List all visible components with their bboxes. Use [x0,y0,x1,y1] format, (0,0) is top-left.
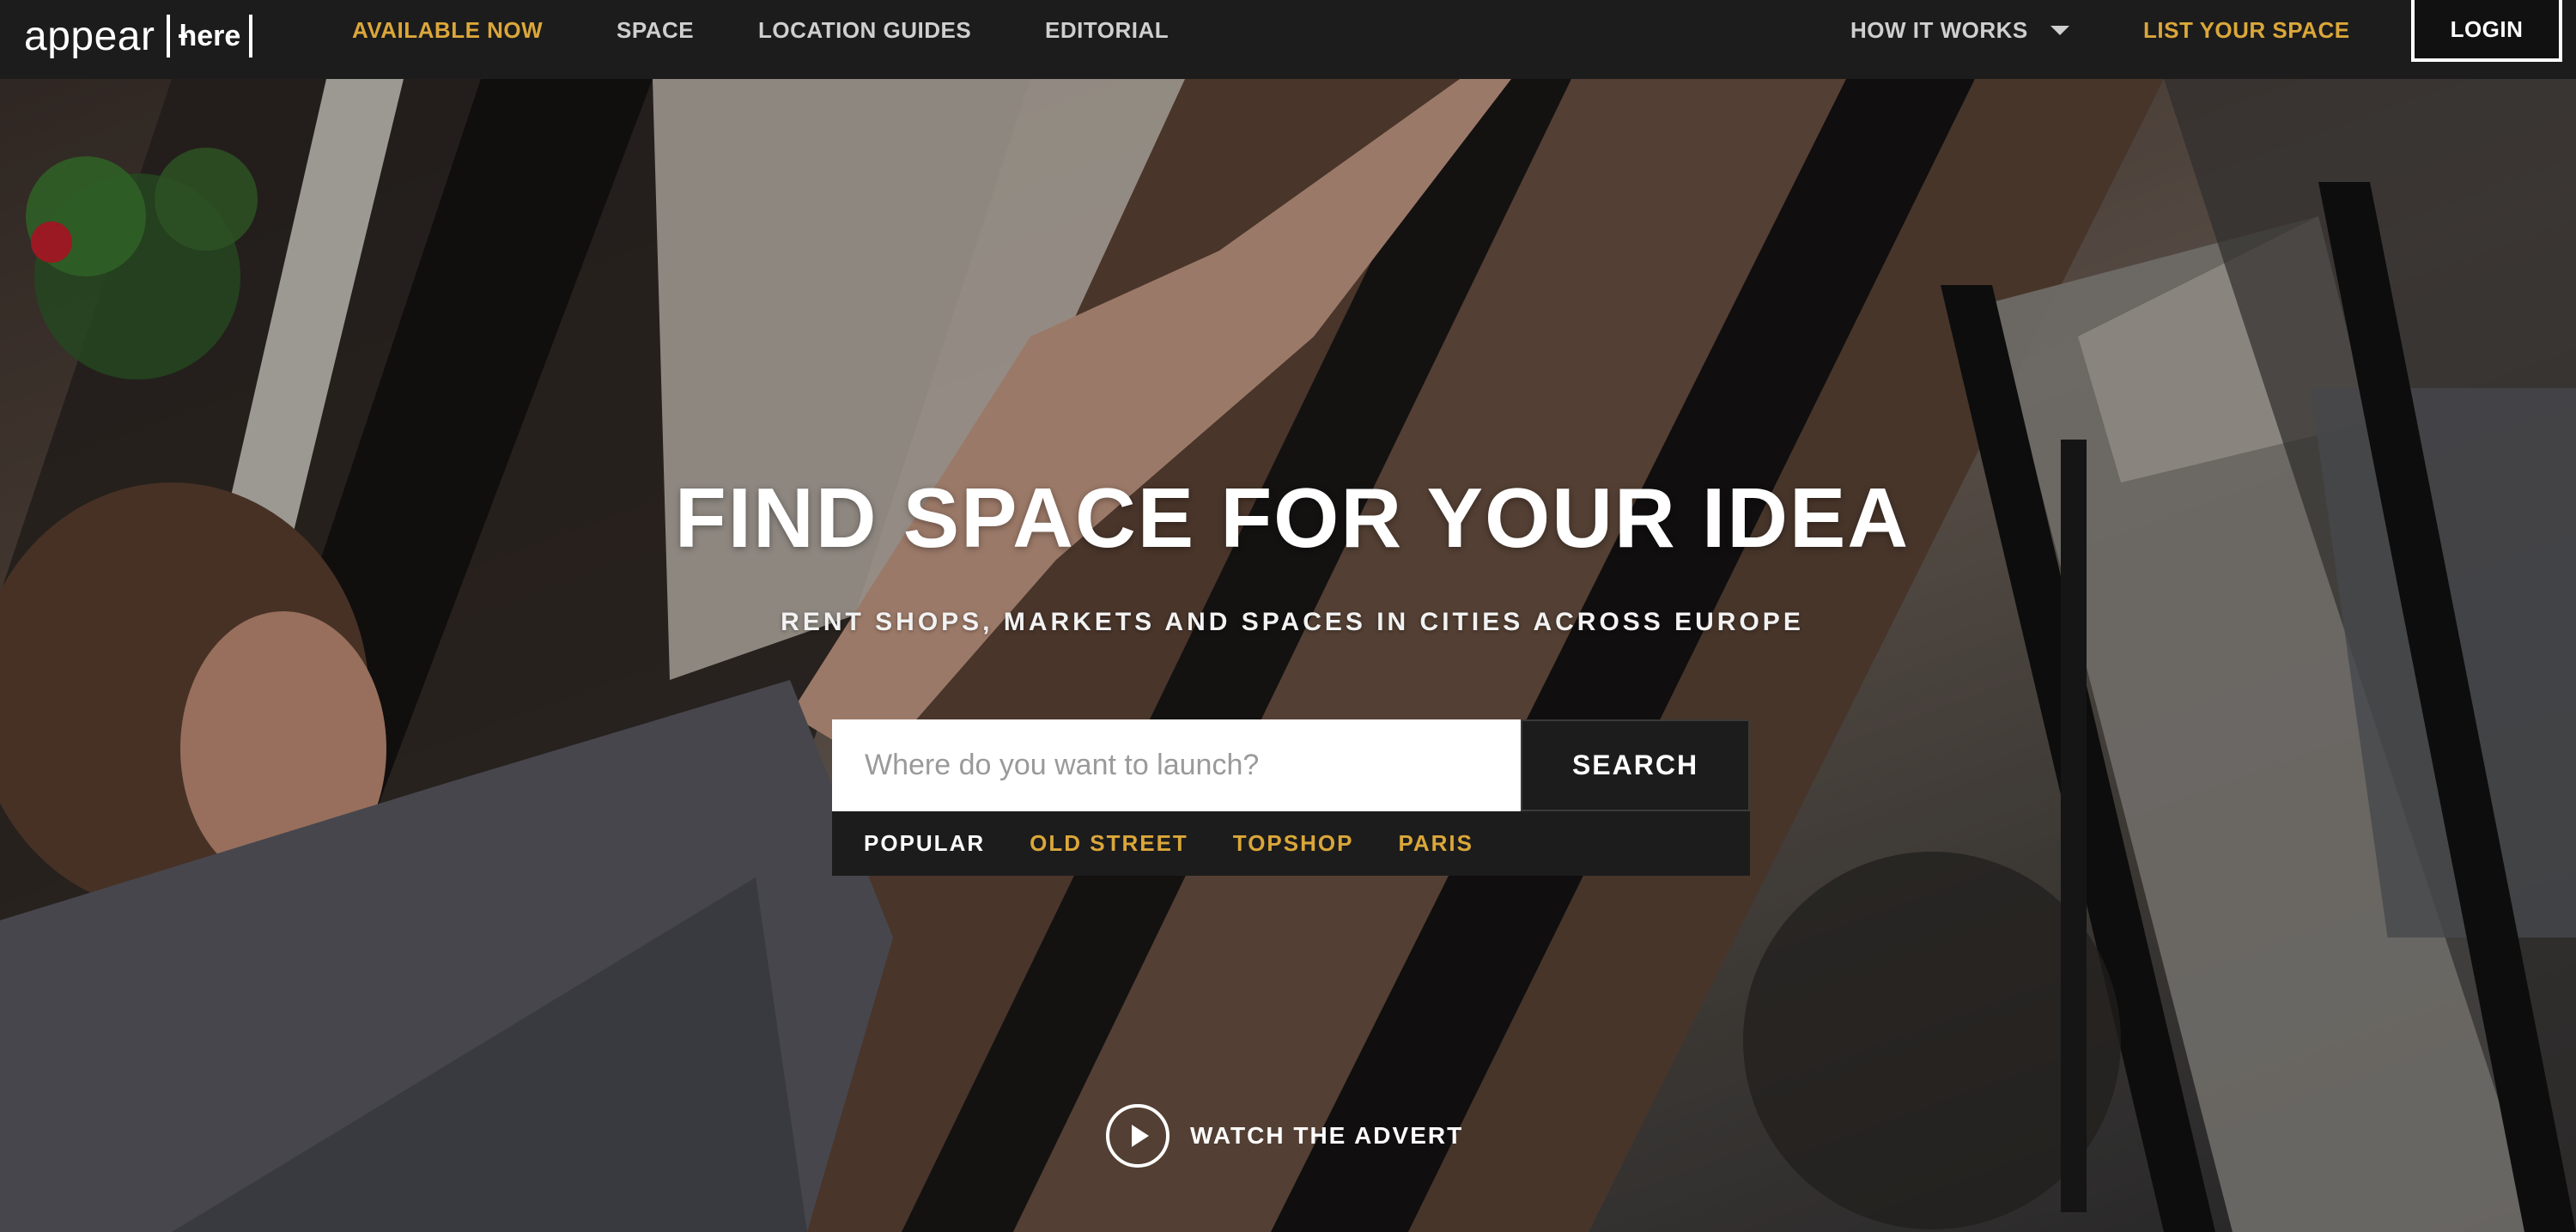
search-input[interactable] [832,719,1521,811]
nav-space[interactable]: SPACE [617,0,694,60]
nav-available-now[interactable]: AVAILABLE NOW [352,0,543,60]
search-row: SEARCH [832,719,1750,811]
search-button[interactable]: SEARCH [1521,719,1750,811]
top-navigation-bar: appear here AVAILABLE NOW SPACE LOCATION… [0,0,2576,79]
appear-here-logo[interactable]: appear here [24,5,253,67]
nav-how-it-works[interactable]: HOW IT WORKS [1850,0,2069,60]
popular-link-topshop[interactable]: TOPSHOP [1233,830,1354,857]
hero-title: FIND SPACE FOR YOUR IDEA [674,470,1911,565]
popular-link-old-street[interactable]: OLD STREET [1030,830,1188,857]
nav-list-your-space[interactable]: LIST YOUR SPACE [2143,0,2350,60]
popular-link-paris[interactable]: PARIS [1398,830,1473,857]
logo-bracket-box: here [167,15,253,58]
play-triangle [1132,1125,1149,1147]
chevron-down-icon [2050,25,2069,35]
popular-searches-bar: POPULAR OLD STREET TOPSHOP PARIS [832,811,1750,876]
search-panel: SEARCH POPULAR OLD STREET TOPSHOP PARIS [832,719,1750,876]
nav-how-it-works-label: HOW IT WORKS [1850,16,2028,43]
watch-advert-label: WATCH THE ADVERT [1190,1122,1464,1149]
hero-subtitle: RENT SHOPS, MARKETS AND SPACES IN CITIES… [781,608,1804,636]
play-icon [1106,1104,1170,1168]
hero-section: FIND SPACE FOR YOUR IDEA RENT SHOPS, MAR… [0,79,2576,1232]
nav-location-guides[interactable]: LOCATION GUIDES [758,0,971,60]
logo-wordmark: appear [24,13,155,59]
watch-advert-button[interactable]: WATCH THE ADVERT [1106,1104,1463,1168]
popular-label: POPULAR [864,830,986,856]
login-button[interactable]: LOGIN [2411,0,2562,62]
hero-background-image [0,79,2576,1232]
nav-editorial[interactable]: EDITORIAL [1045,0,1169,60]
